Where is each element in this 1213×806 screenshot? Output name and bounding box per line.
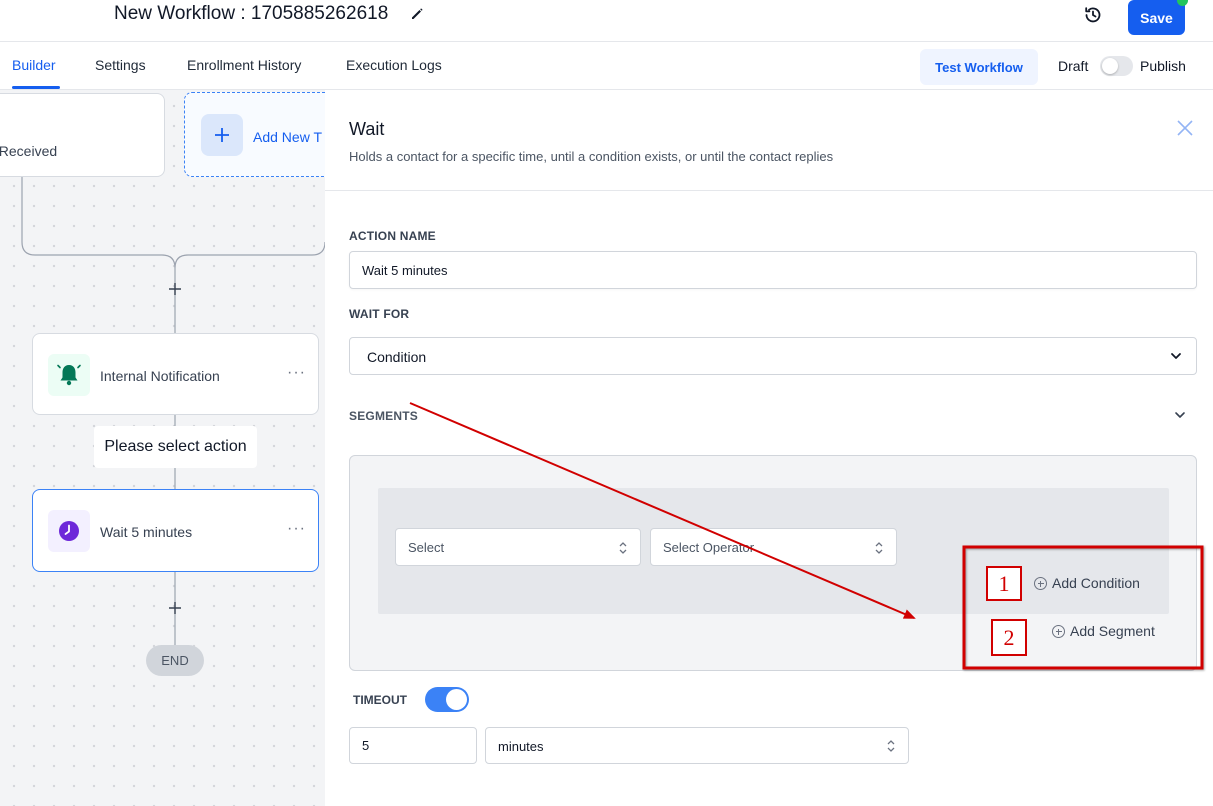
tab-enrollment-history[interactable]: Enrollment History	[187, 57, 301, 73]
chevron-down-icon	[1171, 353, 1181, 359]
segment-container: Select Select Operator Add Condition Add…	[349, 455, 1197, 671]
timeout-label: TIMEOUT	[353, 693, 407, 707]
workflow-title[interactable]: New Workflow : 1705885262618	[114, 3, 388, 25]
toggle-knob	[1102, 58, 1118, 74]
panel-title: Wait	[349, 119, 385, 139]
toggle-knob	[446, 689, 467, 710]
trigger-node[interactable]: t Received	[0, 93, 165, 177]
tab-execution-logs[interactable]: Execution Logs	[346, 57, 442, 73]
condition-field-select[interactable]: Select	[395, 528, 641, 566]
active-tab-indicator	[12, 86, 60, 89]
node-label: Wait 5 minutes	[100, 524, 193, 540]
panel-subtitle: Holds a contact for a specific time, unt…	[349, 149, 834, 164]
wait-for-select[interactable]: Condition	[349, 337, 1197, 375]
action-name-label: ACTION NAME	[349, 229, 436, 243]
plus-circle-icon	[1034, 577, 1047, 590]
action-config-panel: Wait Holds a contact for a specific time…	[325, 90, 1213, 806]
add-new-trigger-node[interactable]: Add New T	[184, 92, 325, 177]
add-trigger-label: Add New T	[253, 129, 322, 145]
save-button[interactable]: Save	[1128, 0, 1185, 35]
more-options-icon[interactable]: ···	[287, 520, 306, 538]
wait-for-label: WAIT FOR	[349, 307, 410, 321]
wait-node[interactable]: Wait 5 minutes ···	[32, 489, 319, 572]
tab-settings[interactable]: Settings	[95, 57, 146, 73]
annotation-badge-1: 1	[986, 566, 1022, 601]
node-label: Internal Notification	[100, 368, 220, 384]
workflow-canvas[interactable]: t Received Add New T Internal Notificati…	[0, 90, 325, 806]
plus-circle-icon	[1052, 625, 1065, 638]
add-condition-button[interactable]: Add Condition	[1034, 575, 1140, 591]
updown-icon	[875, 542, 883, 554]
wait-for-value: Condition	[367, 349, 427, 365]
publish-label: Publish	[1140, 58, 1186, 74]
clock-icon	[48, 510, 90, 552]
more-options-icon[interactable]: ···	[287, 364, 306, 382]
timeout-toggle[interactable]	[425, 687, 469, 712]
unsaved-indicator	[1177, 0, 1188, 6]
timeout-unit-select[interactable]: minutes	[485, 727, 909, 764]
bell-icon	[48, 354, 90, 396]
internal-notification-node[interactable]: Internal Notification ···	[32, 333, 319, 415]
segments-label: SEGMENTS	[349, 409, 418, 423]
add-segment-label: Add Segment	[1070, 623, 1155, 639]
end-node: END	[146, 645, 204, 676]
publish-toggle[interactable]	[1100, 56, 1133, 76]
add-step-plus-icon[interactable]	[168, 601, 182, 615]
add-condition-label: Add Condition	[1052, 575, 1140, 591]
panel-header: Wait Holds a contact for a specific time…	[325, 90, 1213, 191]
select-action-placeholder[interactable]: Please select action	[94, 426, 257, 468]
annotation-badge-2: 2	[991, 619, 1027, 656]
top-bar: New Workflow : 1705885262618 Save	[0, 0, 1213, 42]
condition-field-placeholder: Select	[408, 540, 445, 555]
updown-icon	[619, 542, 627, 554]
plus-icon	[201, 114, 243, 156]
tab-builder[interactable]: Builder	[12, 57, 56, 73]
timeout-unit-value: minutes	[498, 739, 544, 754]
test-workflow-button[interactable]: Test Workflow	[920, 49, 1038, 85]
history-icon[interactable]	[1082, 4, 1104, 26]
action-name-input[interactable]	[349, 251, 1197, 289]
updown-icon	[887, 740, 895, 752]
condition-operator-select[interactable]: Select Operator	[650, 528, 897, 566]
close-icon[interactable]	[1176, 119, 1194, 137]
condition-operator-placeholder: Select Operator	[663, 540, 755, 555]
timeout-value-input[interactable]	[349, 727, 477, 764]
tab-bar: Builder Settings Enrollment History Exec…	[0, 42, 1213, 90]
chevron-down-icon[interactable]	[1173, 408, 1187, 422]
draft-label: Draft	[1058, 58, 1089, 74]
add-step-plus-icon[interactable]	[168, 282, 182, 296]
add-segment-button[interactable]: Add Segment	[1052, 623, 1155, 639]
condition-row: Select Select Operator	[378, 488, 1169, 614]
trigger-label: t Received	[0, 143, 58, 159]
pencil-icon[interactable]	[409, 6, 425, 22]
